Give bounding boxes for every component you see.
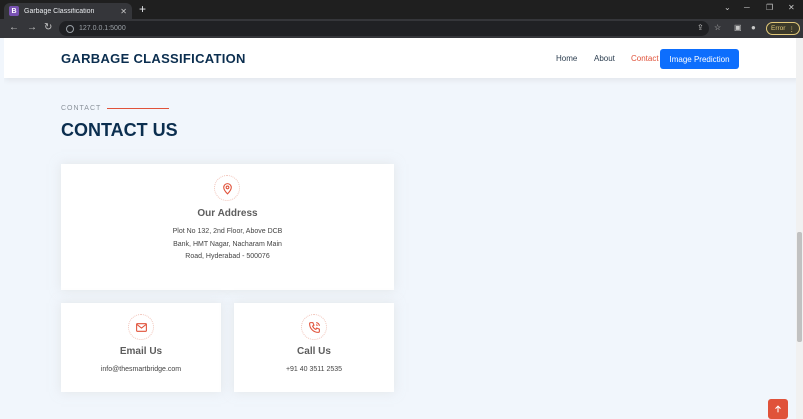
nav-contact[interactable]: Contact <box>631 54 659 63</box>
subtitle-divider <box>107 108 170 109</box>
nav-home[interactable]: Home <box>556 54 577 63</box>
minimize-icon[interactable]: ─ <box>744 3 750 12</box>
section-subtitle-text: CONTACT <box>61 105 102 112</box>
tab-close-icon[interactable]: ✕ <box>120 7 127 16</box>
scrollbar-thumb[interactable] <box>797 232 802 342</box>
error-button[interactable]: Error ⋮ <box>766 22 800 35</box>
phone-call-icon <box>301 314 327 340</box>
site-logo[interactable]: GARBAGE CLASSIFICATION <box>61 51 246 66</box>
profile-icon[interactable]: ● <box>751 23 756 32</box>
page-title: CONTACT US <box>61 120 178 140</box>
url-text: 127.0.0.1:5000 <box>79 25 126 32</box>
address-card: Our Address Plot No 132, 2nd Floor, Abov… <box>61 164 394 290</box>
address-bar[interactable]: 127.0.0.1:5000 <box>59 21 709 36</box>
scrollbar-track[interactable] <box>796 38 803 419</box>
window-close-icon[interactable]: ✕ <box>788 3 795 12</box>
bootstrap-favicon-icon: B <box>9 6 19 16</box>
map-pin-icon <box>214 175 240 201</box>
site-header: GARBAGE CLASSIFICATION Home About Contac… <box>4 38 800 78</box>
share-icon[interactable]: ⇪ <box>697 23 704 32</box>
section-subtitle: CONTACT <box>61 105 170 112</box>
address-line: Plot No 132, 2nd Floor, Above DCB <box>172 228 283 235</box>
page-viewport: GARBAGE CLASSIFICATION Home About Contac… <box>4 38 800 419</box>
address-line: Road, Hyderabad - 500076 <box>185 253 270 260</box>
reload-icon[interactable]: ↻ <box>44 22 52 34</box>
new-tab-icon[interactable]: + <box>139 2 146 16</box>
email-heading: Email Us <box>119 346 163 357</box>
tab-title: Garbage Classification <box>24 7 95 15</box>
side-panel-icon[interactable]: ▣ <box>734 23 742 32</box>
error-label: Error <box>771 25 786 32</box>
call-value[interactable]: +91 40 3511 2535 <box>234 364 394 377</box>
arrow-up-icon <box>775 405 781 413</box>
call-heading: Call Us <box>297 346 331 357</box>
image-prediction-button[interactable]: Image Prediction <box>660 49 739 69</box>
back-to-top-button[interactable] <box>768 399 788 419</box>
bookmark-star-icon[interactable]: ☆ <box>714 23 721 32</box>
email-value[interactable]: info@thesmartbridge.com <box>61 364 221 377</box>
site-info-icon[interactable] <box>66 24 74 33</box>
call-card: Call Us +91 40 3511 2535 <box>234 303 394 392</box>
more-menu-icon[interactable]: ⋮ <box>788 25 795 33</box>
back-icon[interactable]: ← <box>9 22 19 34</box>
address-text: Plot No 132, 2nd Floor, Above DCB Bank, … <box>61 226 394 264</box>
address-line: Bank, HMT Nagar, Nacharam Main <box>173 240 282 248</box>
browser-toolbar: ← → ↻ 127.0.0.1:5000 ⇪ ☆ ▣ ● Error ⋮ <box>0 19 803 38</box>
browser-tab[interactable]: B Garbage Classification ✕ <box>4 3 132 19</box>
address-heading: Our Address <box>197 208 258 219</box>
tab-search-icon[interactable]: ⌄ <box>724 3 731 12</box>
forward-icon[interactable]: → <box>27 22 37 34</box>
maximize-icon[interactable]: ❐ <box>766 3 773 12</box>
email-card: Email Us info@thesmartbridge.com <box>61 303 221 392</box>
browser-tab-bar: B Garbage Classification ✕ + ⌄ ─ ❐ ✕ <box>0 0 803 19</box>
envelope-icon <box>128 314 154 340</box>
nav-about[interactable]: About <box>594 54 615 63</box>
